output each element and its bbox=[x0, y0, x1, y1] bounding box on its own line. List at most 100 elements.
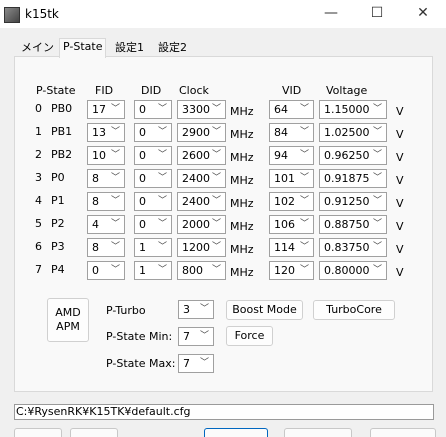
clock-value: 1200 bbox=[182, 241, 210, 254]
fid-select[interactable]: 8 ﹀ bbox=[87, 238, 125, 257]
bottom-button-1[interactable] bbox=[14, 428, 62, 437]
pstate-min-select[interactable]: 7 ﹀ bbox=[178, 327, 214, 346]
header-voltage: Voltage bbox=[326, 84, 368, 97]
bottom-button-3[interactable] bbox=[204, 428, 268, 437]
vid-select[interactable]: 106 ﹀ bbox=[269, 215, 314, 234]
force-button[interactable]: Force bbox=[226, 326, 273, 346]
clock-select[interactable]: 2000 ﹀ bbox=[177, 215, 226, 234]
did-select[interactable]: 0 ﹀ bbox=[134, 192, 172, 211]
bottom-button-4[interactable] bbox=[284, 428, 352, 437]
header-did: DID bbox=[141, 84, 162, 97]
did-select[interactable]: 0 ﹀ bbox=[134, 123, 172, 142]
chevron-down-icon: ﹀ bbox=[199, 331, 209, 341]
clock-value: 2900 bbox=[182, 126, 210, 139]
clock-select[interactable]: 2900 ﹀ bbox=[177, 123, 226, 142]
chevron-down-icon: ﹀ bbox=[299, 196, 309, 206]
boost-mode-button[interactable]: Boost Mode bbox=[226, 300, 303, 320]
chevron-down-icon: ﹀ bbox=[110, 150, 120, 160]
tab-settings1[interactable]: 設定1 bbox=[112, 40, 147, 56]
amd-apm-button[interactable]: AMD APM bbox=[47, 298, 89, 342]
clock-value: 2400 bbox=[182, 172, 210, 185]
clock-value: 2000 bbox=[182, 218, 210, 231]
chevron-down-icon: ﹀ bbox=[372, 265, 382, 275]
did-select[interactable]: 1 ﹀ bbox=[134, 238, 172, 257]
fid-select[interactable]: 8 ﹀ bbox=[87, 192, 125, 211]
clock-select[interactable]: 3300 ﹀ bbox=[177, 100, 226, 119]
chevron-down-icon: ﹀ bbox=[157, 242, 167, 252]
chevron-down-icon: ﹀ bbox=[110, 127, 120, 137]
vid-select[interactable]: 102 ﹀ bbox=[269, 192, 314, 211]
clock-select[interactable]: 800 ﹀ bbox=[177, 261, 226, 280]
minimize-button[interactable]: — bbox=[308, 0, 354, 28]
tab-pstate[interactable]: P-State bbox=[59, 38, 107, 58]
voltage-select[interactable]: 0.88750 ﹀ bbox=[319, 215, 387, 234]
chevron-down-icon: ﹀ bbox=[157, 196, 167, 206]
did-select[interactable]: 0 ﹀ bbox=[134, 146, 172, 165]
window-title: k15tk bbox=[25, 7, 59, 21]
pstate-name: P0 bbox=[51, 171, 65, 184]
pstate-max-select[interactable]: 7 ﹀ bbox=[178, 354, 214, 373]
vid-select[interactable]: 84 ﹀ bbox=[269, 123, 314, 142]
chevron-down-icon: ﹀ bbox=[211, 265, 221, 275]
amd-label: AMD bbox=[55, 306, 81, 319]
tab-main[interactable]: メイン bbox=[18, 40, 57, 56]
bottom-button-2[interactable] bbox=[70, 428, 118, 437]
clock-select[interactable]: 2400 ﹀ bbox=[177, 192, 226, 211]
voltage-unit: V bbox=[396, 105, 404, 118]
chevron-down-icon: ﹀ bbox=[110, 196, 120, 206]
fid-select[interactable]: 10 ﹀ bbox=[87, 146, 125, 165]
clock-unit: MHz bbox=[230, 174, 254, 187]
vid-select[interactable]: 114 ﹀ bbox=[269, 238, 314, 257]
clock-select[interactable]: 2400 ﹀ bbox=[177, 169, 226, 188]
fid-select[interactable]: 4 ﹀ bbox=[87, 215, 125, 234]
voltage-select[interactable]: 0.91250 ﹀ bbox=[319, 192, 387, 211]
maximize-button[interactable]: ☐ bbox=[354, 0, 400, 28]
voltage-value: 0.91875 bbox=[324, 172, 370, 185]
voltage-select[interactable]: 1.02500 ﹀ bbox=[319, 123, 387, 142]
voltage-select[interactable]: 0.83750 ﹀ bbox=[319, 238, 387, 257]
voltage-unit: V bbox=[396, 220, 404, 233]
fid-select[interactable]: 13 ﹀ bbox=[87, 123, 125, 142]
app-icon bbox=[4, 7, 20, 23]
close-button[interactable]: ✕ bbox=[400, 0, 446, 28]
pturbo-select[interactable]: 3 ﹀ bbox=[178, 300, 214, 319]
voltage-value: 0.83750 bbox=[324, 241, 370, 254]
voltage-select[interactable]: 1.15000 ﹀ bbox=[319, 100, 387, 119]
did-select[interactable]: 0 ﹀ bbox=[134, 100, 172, 119]
vid-select[interactable]: 64 ﹀ bbox=[269, 100, 314, 119]
vid-select[interactable]: 101 ﹀ bbox=[269, 169, 314, 188]
pstate-index: 4 bbox=[35, 194, 42, 207]
voltage-value: 0.96250 bbox=[324, 149, 370, 162]
fid-select[interactable]: 8 ﹀ bbox=[87, 169, 125, 188]
did-select[interactable]: 1 ﹀ bbox=[134, 261, 172, 280]
did-value: 1 bbox=[139, 241, 146, 254]
tab-settings2[interactable]: 設定2 bbox=[155, 40, 190, 56]
fid-value: 8 bbox=[92, 172, 99, 185]
turbocore-button[interactable]: TurboCore bbox=[313, 300, 395, 320]
vid-select[interactable]: 94 ﹀ bbox=[269, 146, 314, 165]
voltage-select[interactable]: 0.96250 ﹀ bbox=[319, 146, 387, 165]
did-select[interactable]: 0 ﹀ bbox=[134, 169, 172, 188]
bottom-button-5[interactable] bbox=[370, 428, 436, 437]
vid-select[interactable]: 120 ﹀ bbox=[269, 261, 314, 280]
fid-select[interactable]: 17 ﹀ bbox=[87, 100, 125, 119]
voltage-select[interactable]: 0.80000 ﹀ bbox=[319, 261, 387, 280]
did-select[interactable]: 0 ﹀ bbox=[134, 215, 172, 234]
chevron-down-icon: ﹀ bbox=[157, 104, 167, 114]
clock-unit: MHz bbox=[230, 151, 254, 164]
header-vid: VID bbox=[282, 84, 302, 97]
fid-select[interactable]: 0 ﹀ bbox=[87, 261, 125, 280]
clock-value: 2400 bbox=[182, 195, 210, 208]
pstate-index: 1 bbox=[35, 125, 42, 138]
did-value: 1 bbox=[139, 264, 146, 277]
pturbo-label: P-Turbo bbox=[106, 304, 146, 317]
fid-value: 13 bbox=[92, 126, 106, 139]
chevron-down-icon: ﹀ bbox=[299, 173, 309, 183]
clock-select[interactable]: 2600 ﹀ bbox=[177, 146, 226, 165]
vid-value: 101 bbox=[274, 172, 295, 185]
voltage-unit: V bbox=[396, 197, 404, 210]
clock-select[interactable]: 1200 ﹀ bbox=[177, 238, 226, 257]
voltage-select[interactable]: 0.91875 ﹀ bbox=[319, 169, 387, 188]
fid-value: 8 bbox=[92, 195, 99, 208]
chevron-down-icon: ﹀ bbox=[211, 173, 221, 183]
